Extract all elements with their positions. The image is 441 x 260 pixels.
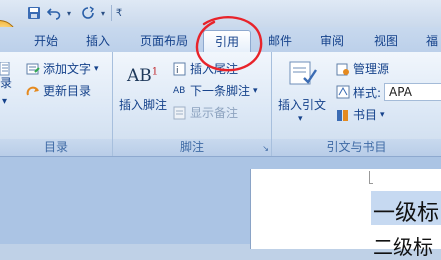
update-toc-icon — [26, 84, 40, 98]
update-toc-button[interactable]: 更新目录 — [26, 82, 91, 99]
manage-sources-label: 管理源 — [353, 62, 390, 76]
heading-2-text[interactable]: 二级标 — [373, 231, 433, 260]
add-text-icon — [26, 62, 40, 76]
save-icon[interactable] — [26, 4, 42, 22]
bibliography-button[interactable]: 书目 ▾ — [336, 106, 385, 123]
bibliography-dropdown-icon: ▾ — [380, 109, 385, 120]
next-footnote-icon: AB — [173, 85, 186, 96]
insert-citation-button[interactable]: 插入引文 — [278, 96, 326, 113]
group-label-footnotes: 脚注 — [113, 139, 271, 156]
manage-sources-icon — [336, 62, 350, 76]
group-label-toc: 目录 — [0, 139, 112, 156]
svg-text:i: i — [176, 66, 179, 76]
customize-toolbar-icon[interactable]: ₹ — [114, 4, 124, 22]
footnote-ab-glyph: AB — [127, 66, 152, 86]
toc-button-partial[interactable]: 录 — [0, 74, 12, 91]
redo-dropdown-icon[interactable]: ▾ — [98, 4, 108, 22]
manage-sources-button[interactable]: 管理源 — [336, 60, 389, 77]
group-label-citations: 引文与书目 — [272, 139, 441, 156]
show-notes-button[interactable]: 显示备注 — [173, 104, 238, 121]
group-citations: 插入引文 ▾ 管理源 样式: APA 书目 ▾ 引文与书目 — [272, 52, 441, 156]
next-footnote-dropdown-icon: ▾ — [253, 85, 258, 96]
add-text-button[interactable]: 添加文字 ▾ — [26, 60, 99, 77]
bibliography-label: 书目 — [353, 108, 378, 122]
document-page[interactable]: 一级标 二级标 — [250, 169, 441, 259]
style-icon — [336, 85, 350, 99]
style-selector: 样式: APA — [336, 83, 441, 101]
update-toc-label: 更新目录 — [43, 84, 92, 98]
document-area: 一级标 二级标 — [0, 157, 441, 259]
margin-marker — [369, 171, 373, 184]
annotation-circle — [195, 16, 263, 72]
bibliography-icon — [336, 108, 350, 122]
undo-icon[interactable] — [46, 4, 62, 22]
show-notes-icon — [173, 106, 187, 120]
add-text-dropdown-icon: ▾ — [94, 63, 99, 74]
insert-citation-icon — [288, 60, 318, 88]
heading-1-text[interactable]: 一级标 — [373, 195, 439, 227]
insert-footnote-button[interactable]: 插入脚注 — [119, 96, 167, 113]
insert-citation-label: 插入引文 — [278, 98, 327, 112]
next-footnote-label: 下一条脚注 — [190, 84, 251, 98]
group-toc: 录 ▾ 添加文字 ▾ 更新目录 目录 — [0, 52, 113, 156]
tab-mailings[interactable]: 邮件 — [260, 30, 300, 52]
tab-home[interactable]: 开始 — [26, 30, 66, 52]
footnotes-dialog-launcher-icon[interactable]: ↘ — [262, 144, 269, 153]
insert-citation-dropdown-icon[interactable]: ▾ — [298, 114, 303, 124]
insert-endnote-icon: i — [173, 62, 187, 76]
add-text-label: 添加文字 — [43, 62, 92, 76]
redo-icon[interactable] — [80, 4, 96, 22]
tab-page-layout[interactable]: 页面布局 — [132, 30, 196, 52]
tab-view[interactable]: 视图 — [366, 30, 406, 52]
style-label: 样式: — [353, 85, 382, 100]
toc-dropdown-icon[interactable]: ▾ — [2, 96, 7, 107]
style-dropdown[interactable]: APA — [384, 83, 441, 101]
footnote-superscript: 1 — [151, 66, 159, 78]
toc-icon — [0, 61, 10, 76]
show-notes-label: 显示备注 — [190, 106, 239, 120]
tab-partial[interactable]: 福 — [420, 30, 441, 52]
undo-dropdown-icon[interactable]: ▾ — [64, 4, 74, 22]
tab-review[interactable]: 审阅 — [312, 30, 352, 52]
tab-insert[interactable]: 插入 — [78, 30, 118, 52]
next-footnote-button[interactable]: AB 下一条脚注 ▾ — [173, 82, 258, 99]
insert-footnote-icon: AB1 — [127, 66, 158, 86]
toolbar-divider — [111, 5, 112, 21]
toc-button-label: 录 — [0, 76, 13, 90]
insert-footnote-label: 插入脚注 — [119, 98, 168, 112]
